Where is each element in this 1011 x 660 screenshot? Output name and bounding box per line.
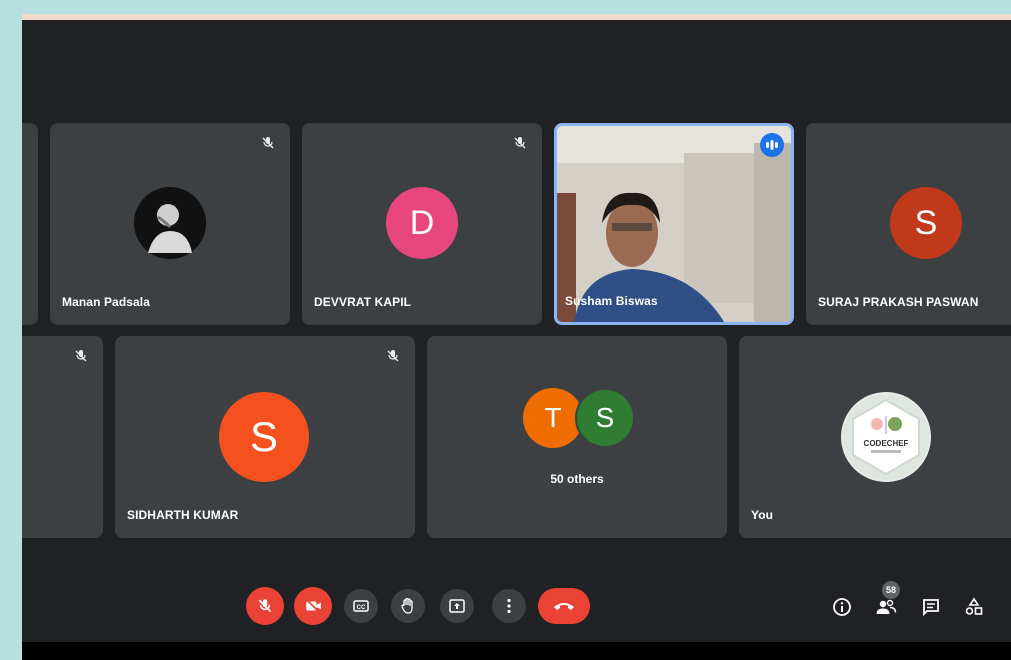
- present-screen-icon: [449, 599, 465, 613]
- mic-muted-icon: [75, 350, 87, 362]
- participant-name: SURAJ PRAKASH PASWAN: [818, 295, 979, 309]
- speaking-indicator-icon: [760, 133, 784, 157]
- participant-tile-sidharth[interactable]: S SIDHARTH KUMAR: [115, 336, 415, 538]
- svg-text:CC: CC: [357, 605, 366, 611]
- participants-count-badge: 58: [882, 581, 900, 599]
- activities-button[interactable]: [962, 595, 986, 619]
- chat-icon: [923, 599, 939, 617]
- info-icon: [833, 598, 851, 616]
- more-options-button[interactable]: [492, 589, 526, 623]
- logo-text: CODECHEF: [864, 439, 909, 448]
- people-button[interactable]: 58: [874, 581, 900, 619]
- participant-name: DEVVRAT KAPIL: [314, 295, 412, 309]
- participant-tile-partial-left: [22, 123, 38, 325]
- raise-hand-button[interactable]: [391, 589, 425, 623]
- hang-up-icon: [554, 603, 574, 610]
- meet-window: Manan Padsala D DEVVRAT KAPIL Susham Bis…: [22, 20, 1011, 660]
- participant-tile-susham-video[interactable]: Susham Biswas: [554, 123, 794, 325]
- participant-tile-suraj[interactable]: S SURAJ PRAKASH PASWAN: [806, 123, 1011, 325]
- captions-icon: CC: [353, 600, 369, 612]
- avatar-initial: S: [219, 392, 309, 482]
- mic-off-icon: [258, 599, 272, 613]
- participant-name: SIDHARTH KUMAR: [127, 508, 239, 522]
- codechef-logo: CODECHEF: [841, 392, 931, 482]
- mic-toggle-button[interactable]: [246, 587, 284, 625]
- participant-tile-you[interactable]: CODECHEF You: [739, 336, 1011, 538]
- participant-name: Susham Biswas: [565, 294, 658, 308]
- participant-name: You: [751, 508, 774, 522]
- activities-icon: [965, 597, 983, 615]
- meeting-info-button[interactable]: [830, 595, 854, 619]
- avatar-photo: [134, 187, 206, 259]
- hand-icon: [401, 597, 413, 614]
- people-icon: [876, 599, 897, 614]
- captions-button[interactable]: CC: [344, 589, 378, 623]
- camera-toggle-button[interactable]: [294, 587, 332, 625]
- mic-muted-icon: [387, 350, 399, 362]
- mic-muted-icon: [262, 137, 274, 149]
- camera-off-icon: [305, 598, 321, 614]
- avatar-initial: S: [890, 187, 962, 259]
- avatar-initial: T: [523, 388, 583, 448]
- leave-call-button[interactable]: [538, 588, 590, 624]
- avatar-initial: D: [386, 187, 458, 259]
- participant-tile-devvrat[interactable]: D DEVVRAT KAPIL: [302, 123, 542, 325]
- others-count-label: 50 others: [550, 472, 604, 486]
- mic-muted-icon: [514, 137, 526, 149]
- more-vert-icon: [507, 598, 511, 614]
- participant-name: Manan Padsala: [62, 295, 151, 309]
- participant-tile-manan[interactable]: Manan Padsala: [50, 123, 290, 325]
- taskbar-strip: [22, 642, 1011, 660]
- chat-button[interactable]: [919, 595, 943, 619]
- avatar-initial: S: [575, 388, 635, 448]
- participant-tile-partial[interactable]: [22, 336, 103, 538]
- others-tile[interactable]: T S 50 others: [427, 336, 727, 538]
- present-button[interactable]: [440, 589, 474, 623]
